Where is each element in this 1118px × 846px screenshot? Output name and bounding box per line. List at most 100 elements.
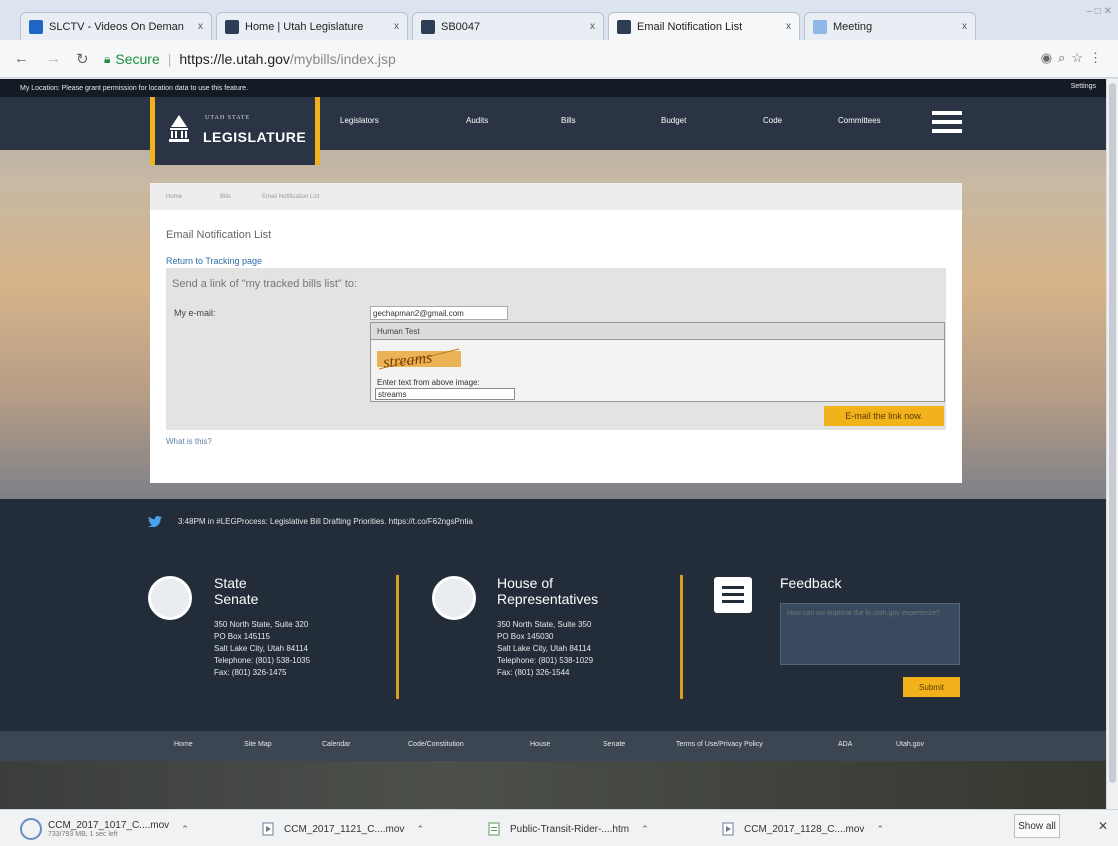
address-line: Fax: (801) 326-1544 [497, 668, 570, 677]
breadcrumb-home[interactable]: Home [166, 194, 182, 200]
feedback-submit-button[interactable]: Submit [903, 677, 960, 697]
address-line: Salt Lake City, Utah 84114 [497, 644, 591, 653]
chevron-up-icon[interactable]: ⌃ [181, 824, 189, 835]
tab-label: Email Notification List [637, 20, 743, 33]
download-progress-icon [20, 818, 42, 840]
show-all-downloads-button[interactable]: Show all [1014, 814, 1060, 838]
house-title[interactable]: House of Representatives [497, 575, 598, 607]
captcha-image: streams [377, 345, 461, 373]
footer-nav: Home Site Map Calendar Code/Constitution… [0, 731, 1106, 761]
tab-meeting[interactable]: Meeting x [804, 12, 976, 40]
breadcrumb-current: Email Notification List [262, 194, 320, 200]
tab-label: SLCTV - Videos On Deman [49, 20, 184, 33]
page-scrollbar[interactable] [1106, 79, 1118, 809]
legislature-favicon-icon [421, 19, 435, 34]
tweet-text[interactable]: 3:48PM in #LEGProcess: Legislative Bill … [178, 517, 473, 526]
footer-link-home[interactable]: Home [174, 741, 193, 748]
footer-link-ada[interactable]: ADA [838, 741, 852, 748]
download-item[interactable]: CCM_2017_1121_C....mov ⌃ [262, 816, 424, 842]
menu-icon[interactable] [932, 111, 962, 133]
address-line: PO Box 145115 [214, 632, 270, 641]
footer-link-utah-gov[interactable]: Utah.gov [896, 741, 924, 748]
footer-link-calendar[interactable]: Calendar [322, 741, 350, 748]
latest-tweet: 3:48PM in #LEGProcess: Legislative Bill … [148, 516, 473, 527]
download-item[interactable]: CCM_2017_1017_C....mov 733/793 MB, 1 sec… [20, 816, 189, 842]
footer-link-site-map[interactable]: Site Map [244, 741, 272, 748]
footer-link-terms[interactable]: Terms of Use/Privacy Policy [676, 741, 763, 748]
tab-close-icon[interactable]: x [394, 21, 399, 32]
tab-close-icon[interactable]: x [590, 21, 595, 32]
footer-divider [680, 575, 683, 699]
footer-link-code-constitution[interactable]: Code/Constitution [408, 741, 464, 748]
nav-committees[interactable]: Committees [838, 116, 918, 125]
site-header: UTAH STATE LEGISLATURE Legislators Audit… [0, 97, 1106, 165]
nav-code[interactable]: Code [763, 116, 838, 125]
feedback-textarea[interactable] [780, 603, 960, 665]
feedback-title: Feedback [780, 575, 842, 591]
download-name: CCM_2017_1128_C....mov [744, 823, 865, 835]
toolbar-icons[interactable]: ◉⌕☆⋮ [1041, 50, 1108, 66]
tab-label: SB0047 [441, 20, 481, 33]
reload-icon[interactable]: ↻ [76, 50, 89, 68]
breadcrumb-bills[interactable]: Bills [220, 194, 231, 200]
location-notice-bar: My Location: Please grant permission for… [0, 79, 1106, 97]
back-icon[interactable]: ← [14, 50, 29, 67]
captcha-field[interactable] [375, 388, 515, 400]
video-file-icon [262, 822, 274, 836]
senate-title[interactable]: State Senate [214, 575, 258, 607]
breadcrumb: Home Bills Email Notification List [150, 183, 962, 210]
tab-email-notification-list[interactable]: Email Notification List x [608, 12, 800, 40]
senate-seal-icon [148, 576, 192, 620]
chevron-up-icon[interactable]: ⌃ [876, 824, 884, 835]
send-link-heading: Send a link of "my tracked bills list" t… [172, 278, 358, 290]
nav-legislators[interactable]: Legislators [340, 116, 466, 125]
address-line: Salt Lake City, Utah 84114 [214, 644, 308, 653]
return-to-tracking-link[interactable]: Return to Tracking page [166, 256, 262, 266]
email-field[interactable] [370, 306, 508, 320]
feedback-icon [714, 577, 752, 613]
email-link-button[interactable]: E-mail the link now. [824, 406, 944, 426]
scrollbar-thumb[interactable] [1109, 83, 1116, 783]
what-is-this-link[interactable]: What is this? [166, 437, 212, 446]
legislature-favicon-icon [225, 19, 239, 34]
send-link-form: Send a link of "my tracked bills list" t… [166, 268, 946, 430]
address-bar: ← → ↻ 🔒︎ Secure | https://le.utah.gov /m… [0, 40, 1118, 78]
tab-close-icon[interactable]: x [786, 21, 791, 32]
chevron-up-icon[interactable]: ⌃ [416, 824, 424, 835]
tab-close-icon[interactable]: x [198, 21, 203, 32]
download-item[interactable]: CCM_2017_1128_C....mov ⌃ [722, 816, 884, 842]
window-controls-icon[interactable]: – □ ✕ [1086, 6, 1112, 17]
tab-utah-legislature[interactable]: Home | Utah Legislature x [216, 12, 408, 40]
forward-icon[interactable]: → [46, 50, 61, 67]
footer-link-house[interactable]: House [530, 741, 550, 748]
download-item[interactable]: Public-Transit-Rider-....htm ⌃ [488, 816, 649, 842]
url-field[interactable]: 🔒︎ Secure | https://le.utah.gov /mybills… [104, 47, 984, 71]
tab-label: Meeting [833, 20, 873, 33]
nav-budget[interactable]: Budget [661, 116, 763, 125]
tab-close-icon[interactable]: x [962, 21, 967, 32]
logo-subtitle: UTAH STATE [205, 115, 251, 121]
tab-sb0047[interactable]: SB0047 x [412, 12, 604, 40]
close-downloads-icon[interactable]: ✕ [1098, 819, 1108, 833]
download-name: Public-Transit-Rider-....htm [510, 823, 630, 835]
browser-tab-strip: SLCTV - Videos On Deman x Home | Utah Le… [0, 0, 1118, 40]
divider: | [167, 51, 172, 67]
page-title: Email Notification List [166, 229, 272, 241]
secure-label: Secure [115, 51, 160, 67]
legislature-logo[interactable]: UTAH STATE LEGISLATURE [150, 97, 320, 165]
chevron-up-icon[interactable]: ⌃ [641, 824, 649, 835]
web-page: My Location: Please grant permission for… [0, 79, 1106, 809]
nav-audits[interactable]: Audits [466, 116, 561, 125]
address-line: PO Box 145030 [497, 632, 554, 641]
download-name: CCM_2017_1017_C....mov [48, 820, 170, 831]
nav-bills[interactable]: Bills [561, 116, 661, 125]
settings-link[interactable]: Settings [1071, 83, 1096, 90]
download-info: CCM_2017_1017_C....mov 733/793 MB, 1 sec… [48, 820, 169, 838]
logo-title: LEGISLATURE [203, 129, 307, 145]
twitter-icon[interactable] [148, 516, 162, 527]
html-file-icon [488, 822, 500, 836]
tab-slctv[interactable]: SLCTV - Videos On Deman x [20, 12, 212, 40]
captcha-heading: Human Test [371, 323, 944, 340]
address-line: 350 North State, Suite 350 [497, 620, 592, 629]
footer-link-senate[interactable]: Senate [603, 741, 625, 748]
